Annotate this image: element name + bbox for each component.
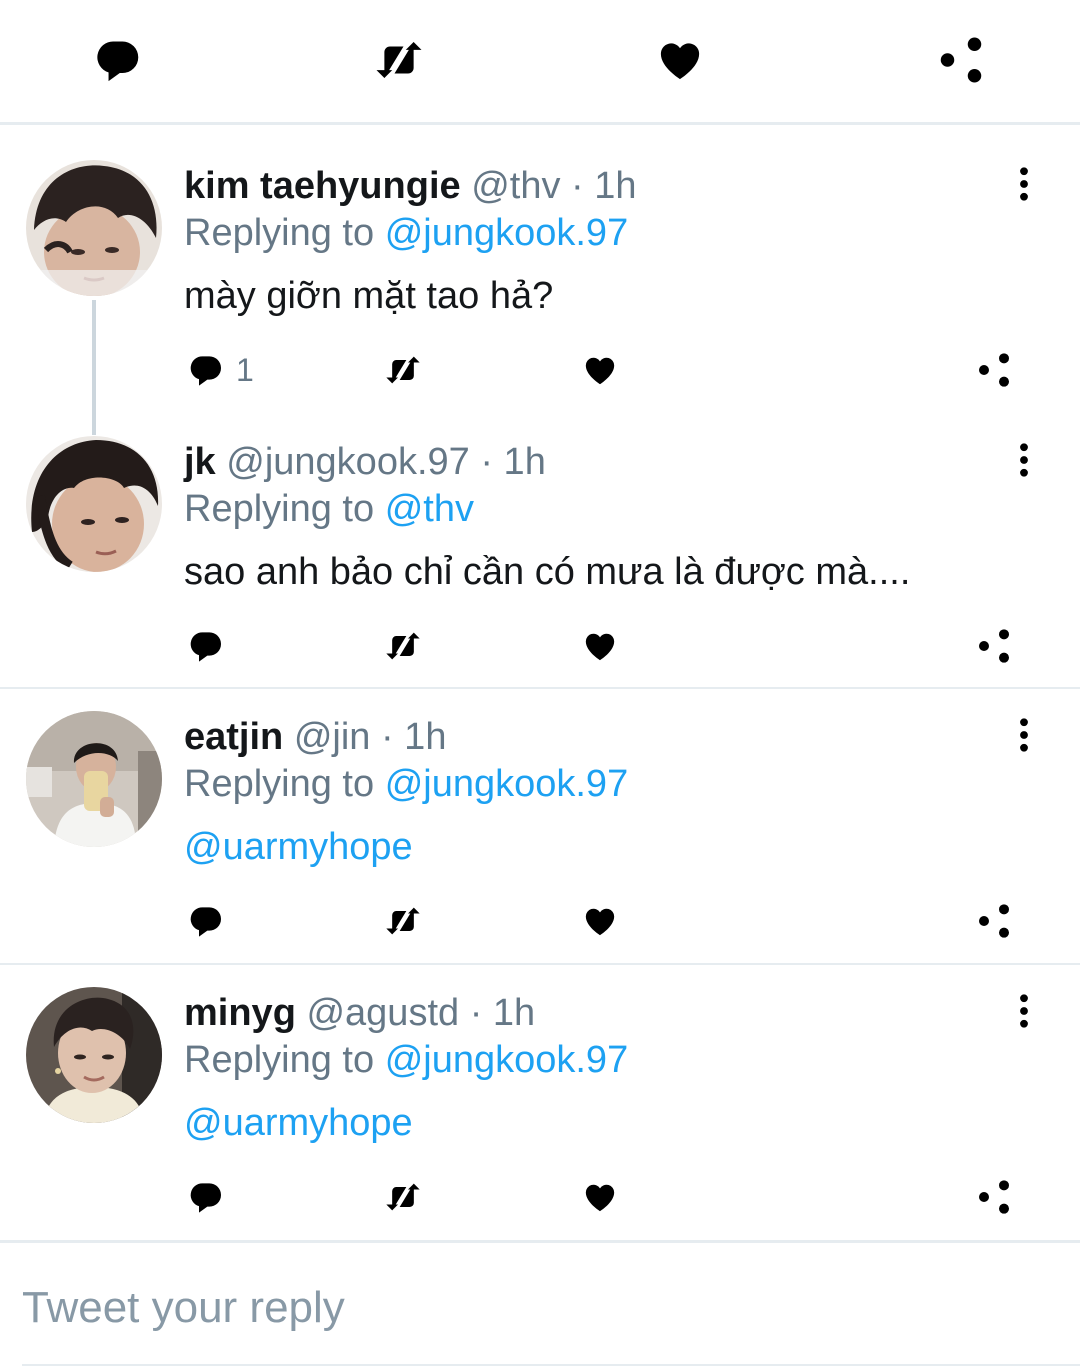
like-icon[interactable] (580, 350, 620, 394)
tweet-actions: 1 (0, 350, 1080, 394)
retweet-icon[interactable] (383, 350, 423, 394)
replying-to: Replying to @jungkook.97 (184, 211, 628, 255)
tweet-header: minyg @agustd · 1h (184, 991, 535, 1035)
reply-button[interactable]: 1 (186, 350, 254, 394)
replying-to: Replying to @jungkook.97 (184, 1038, 628, 1082)
reply-composer (0, 1244, 1080, 1368)
divider (0, 687, 1080, 689)
divider (0, 122, 1080, 125)
tweet-header: jk @jungkook.97 · 1h (184, 440, 546, 484)
replying-prefix: Replying to (184, 1039, 375, 1081)
avatar[interactable] (26, 160, 162, 296)
retweet-icon[interactable] (383, 1177, 423, 1221)
tweet-text: mày giỡn mặt tao hả? (184, 275, 554, 317)
more-options-icon[interactable] (1012, 166, 1036, 202)
replying-to-mention[interactable]: @jungkook.97 (385, 212, 629, 254)
replying-to-mention[interactable]: @jungkook.97 (385, 1039, 629, 1081)
replying-to: Replying to @jungkook.97 (184, 762, 628, 806)
handle[interactable]: @jungkook.97 (226, 441, 470, 483)
like-icon[interactable] (580, 1177, 620, 1221)
reply-input-underline (22, 1364, 1080, 1366)
tweet-mention-link[interactable]: @uarmyhope (184, 1101, 413, 1145)
analytics-icon[interactable] (777, 1177, 817, 1221)
avatar[interactable] (26, 987, 162, 1123)
analytics-icon[interactable] (777, 626, 817, 670)
display-name[interactable]: jk (184, 441, 216, 483)
share-icon[interactable] (974, 901, 1014, 945)
retweet-icon[interactable] (383, 626, 423, 670)
tweet-action-bar (0, 0, 1080, 123)
share-icon[interactable] (974, 1177, 1014, 1221)
tweet-mention-link[interactable]: @uarmyhope (184, 825, 413, 869)
avatar[interactable] (26, 711, 162, 847)
replying-prefix: Replying to (184, 763, 375, 805)
divider (0, 1240, 1080, 1243)
tweet-actions (0, 901, 1080, 945)
display-name[interactable]: minyg (184, 992, 296, 1034)
analytics-icon[interactable] (777, 350, 817, 394)
like-icon[interactable] (653, 33, 707, 87)
reply-icon (186, 350, 226, 390)
reply-icon[interactable] (186, 626, 226, 670)
timestamp: · 1h (380, 716, 447, 758)
reply-input[interactable] (22, 1278, 1058, 1338)
replying-to: Replying to @thv (184, 487, 474, 531)
reply-icon[interactable] (186, 901, 226, 945)
avatar[interactable] (26, 436, 162, 572)
replying-to-mention[interactable]: @thv (385, 488, 474, 530)
reply-icon[interactable] (91, 33, 145, 87)
tweet-actions (0, 626, 1080, 670)
like-icon[interactable] (580, 626, 620, 670)
tweet-text: sao anh bảo chỉ cần có mưa là được mà...… (184, 551, 911, 593)
share-icon[interactable] (934, 33, 988, 87)
reply-icon[interactable] (186, 1177, 226, 1221)
tweet-header: eatjin @jin · 1h (184, 715, 446, 759)
share-icon[interactable] (974, 350, 1014, 394)
timestamp: · 1h (480, 441, 546, 483)
tweet-header: kim taehyungie @thv · 1h (184, 164, 637, 208)
replying-prefix: Replying to (184, 488, 375, 530)
replying-prefix: Replying to (184, 212, 375, 254)
handle[interactable]: @thv (471, 165, 560, 207)
display-name[interactable]: kim taehyungie (184, 165, 461, 207)
tweet-actions (0, 1177, 1080, 1221)
timestamp: · 1h (571, 165, 637, 207)
retweet-icon[interactable] (383, 901, 423, 945)
share-icon[interactable] (974, 626, 1014, 670)
analytics-icon[interactable] (777, 901, 817, 945)
retweet-icon[interactable] (372, 33, 426, 87)
handle[interactable]: @jin (294, 716, 371, 758)
like-icon[interactable] (580, 901, 620, 945)
more-options-icon[interactable] (1012, 442, 1036, 478)
divider (0, 963, 1080, 965)
more-options-icon[interactable] (1012, 717, 1036, 753)
handle[interactable]: @agustd (306, 992, 459, 1034)
reply-count: 1 (236, 352, 254, 388)
timestamp: · 1h (469, 992, 536, 1034)
display-name[interactable]: eatjin (184, 716, 283, 758)
more-options-icon[interactable] (1012, 993, 1036, 1029)
replying-to-mention[interactable]: @jungkook.97 (385, 763, 629, 805)
